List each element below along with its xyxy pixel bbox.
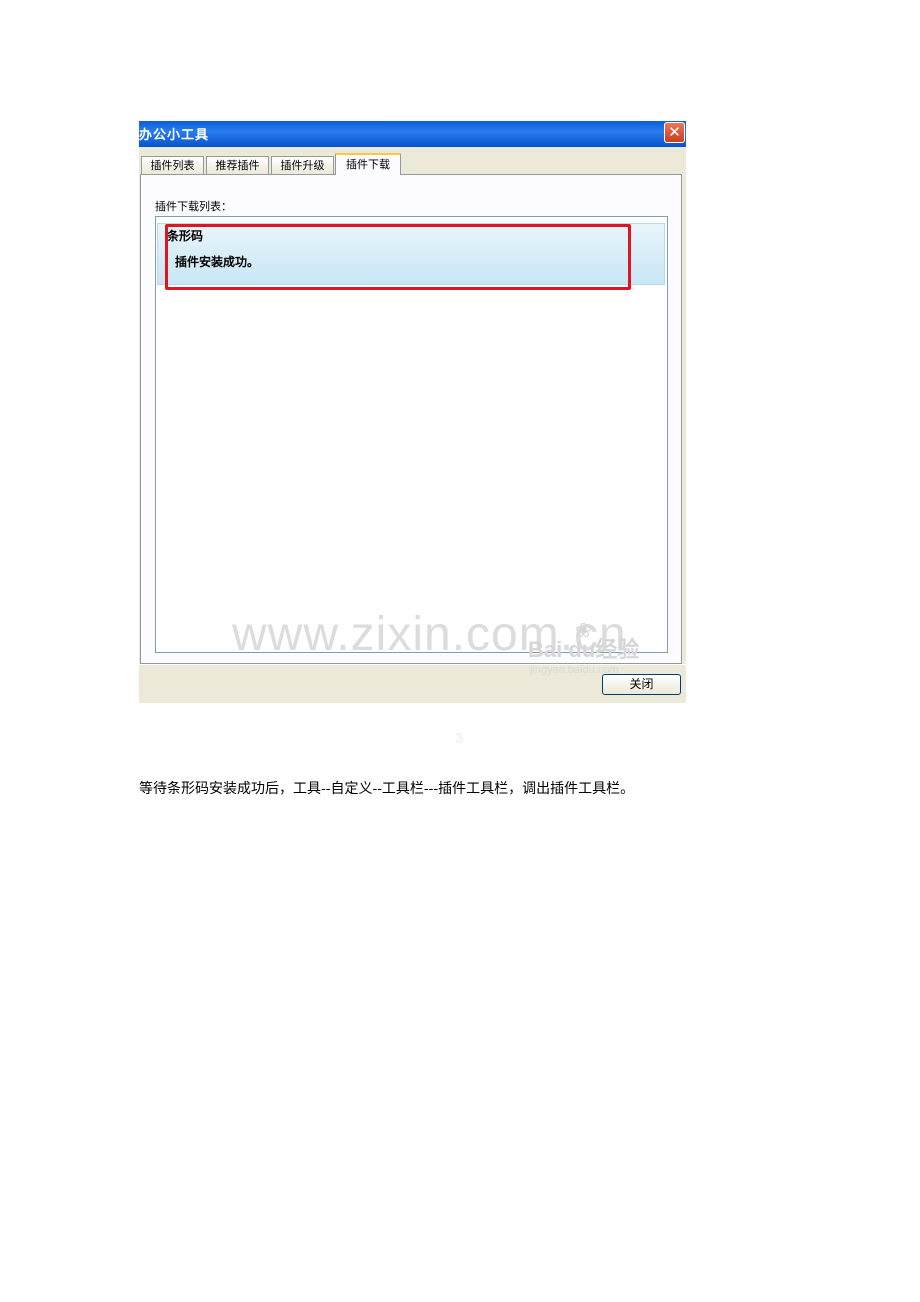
dialog-title: 办公小工具 [139,128,210,143]
dialog-titlebar: 办公小工具 ✕ [139,121,686,147]
tab-plugin-upgrade[interactable]: 插件升级 [271,156,334,174]
tab-plugin-list[interactable]: 插件列表 [141,156,204,174]
close-button[interactable]: 关闭 [602,674,681,695]
caption-text: 等待条形码安装成功后，工具--自定义--工具栏---插件工具栏，调出插件工具栏。 [139,781,635,797]
close-icon[interactable]: ✕ [664,122,685,143]
tab-plugin-download[interactable]: 插件下载 [335,153,401,175]
baidu-url-watermark: jingyan.baidu.com [530,664,619,676]
red-highlight-box [165,224,631,290]
baidu-watermark: Bai du经验 [528,637,640,662]
tab-recommended-plugins[interactable]: 推荐插件 [206,156,269,174]
step-number: 3 [455,730,464,747]
download-list-label: 插件下载列表： [155,200,232,213]
